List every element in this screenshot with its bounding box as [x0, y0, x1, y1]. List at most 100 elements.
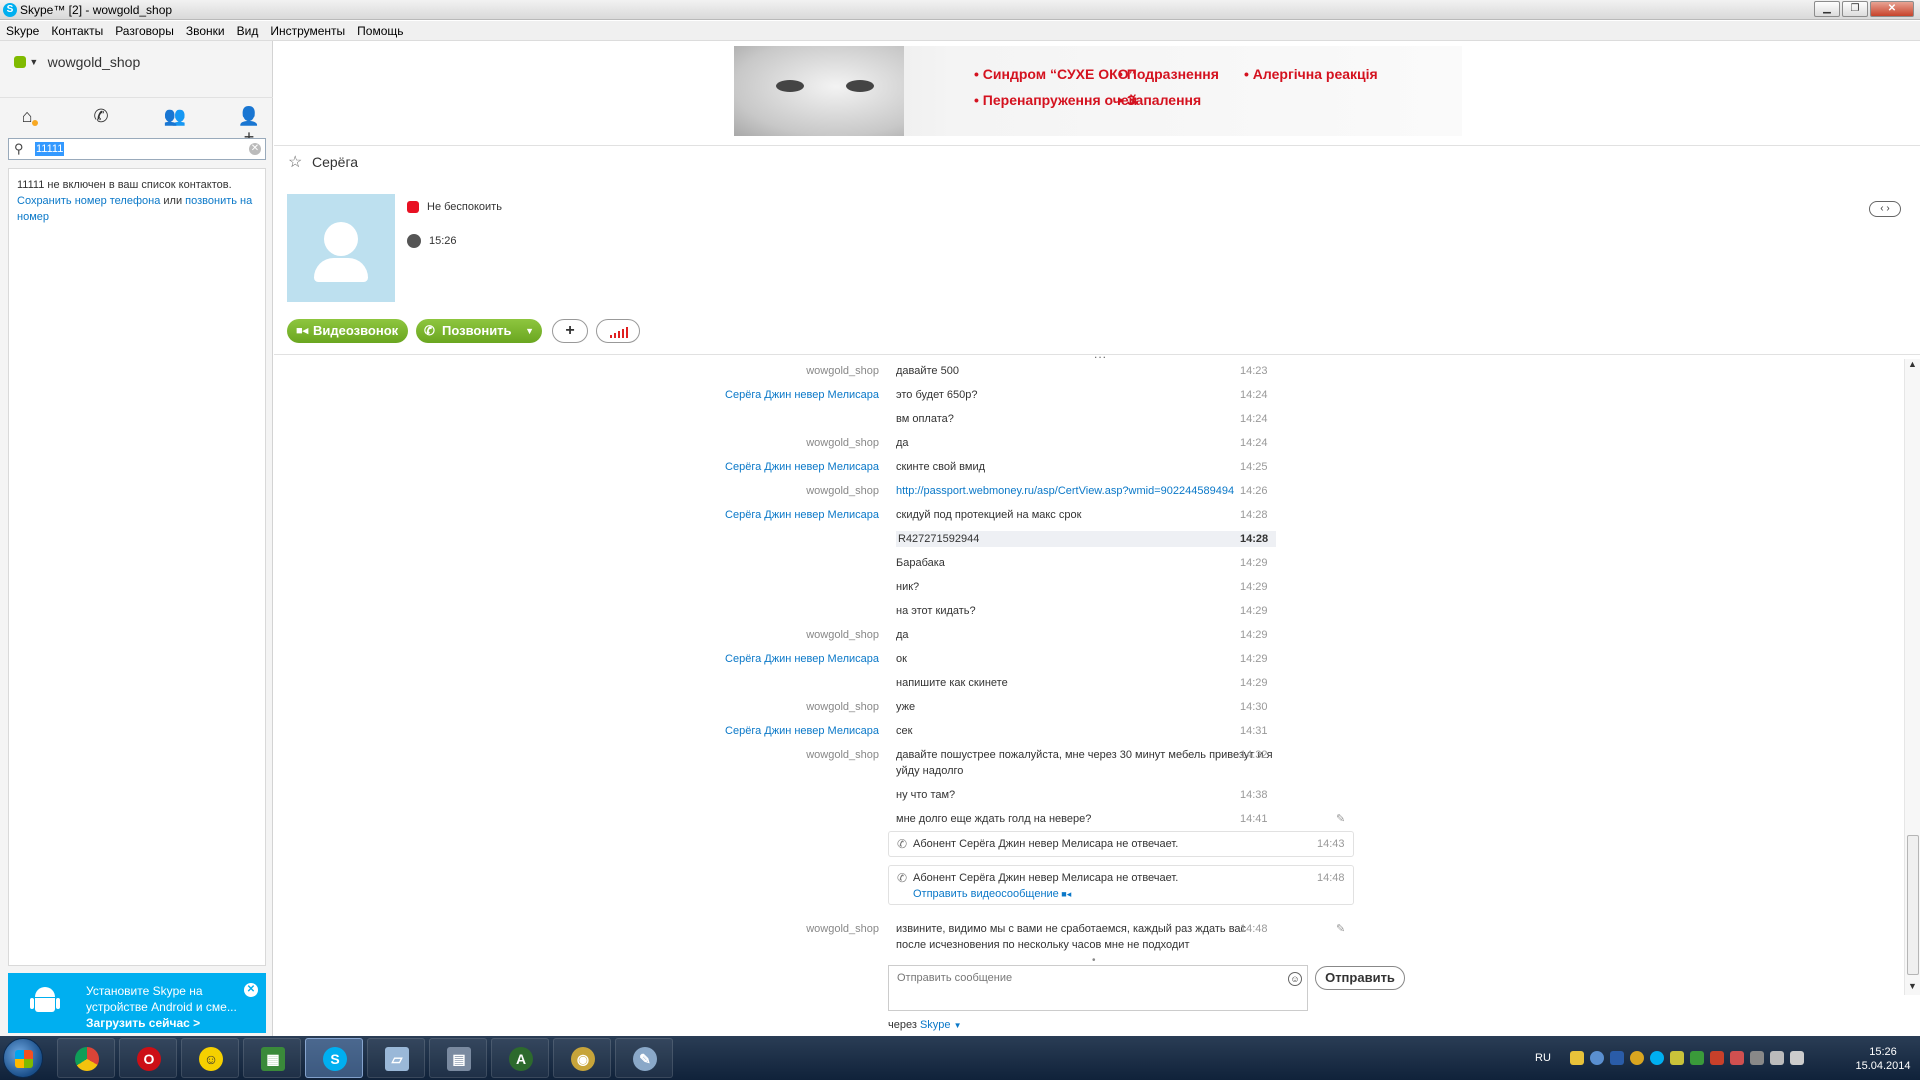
- message-author[interactable]: wowgold_shop: [274, 699, 879, 715]
- message-author[interactable]: wowgold_shop: [274, 435, 879, 451]
- taskbar-smiley[interactable]: ☺: [181, 1038, 239, 1078]
- scroll-up-icon[interactable]: ▲: [1908, 359, 1917, 369]
- volume-icon[interactable]: [1790, 1051, 1804, 1065]
- taskbar-archicad[interactable]: A: [491, 1038, 549, 1078]
- missed-call-notice: ✆ Абонент Серёга Джин невер Мелисара не о…: [888, 831, 1354, 857]
- android-promo[interactable]: Установите Skype на устройстве Android и…: [8, 973, 266, 1033]
- message-author[interactable]: Серёга Джин невер Мелисара: [274, 651, 879, 667]
- menu-help[interactable]: Помощь: [351, 21, 409, 41]
- tray-icon[interactable]: [1630, 1051, 1644, 1065]
- message-author[interactable]: Серёга Джин невер Мелисара: [274, 723, 879, 739]
- profile[interactable]: ▼ wowgold_shop: [14, 54, 140, 70]
- tray-icon[interactable]: [1670, 1051, 1684, 1065]
- taskbar-game[interactable]: ◉: [553, 1038, 611, 1078]
- send-button[interactable]: Отправить: [1315, 966, 1405, 990]
- message-author[interactable]: Серёга Джин невер Мелисара: [274, 459, 879, 475]
- contacts-group-icon[interactable]: 👥: [160, 106, 190, 132]
- message-author[interactable]: wowgold_shop: [274, 921, 879, 937]
- tray-icon[interactable]: [1570, 1051, 1584, 1065]
- emoticon-icon[interactable]: ☺: [1288, 972, 1302, 986]
- clock[interactable]: 15:26 15.04.2014: [1855, 1045, 1911, 1073]
- message-text[interactable]: http://passport.webmoney.ru/asp/CertView…: [896, 483, 1276, 499]
- taskbar-opera[interactable]: O: [119, 1038, 177, 1078]
- android-icon: [30, 987, 60, 1017]
- message-author[interactable]: Серёга Джин невер Мелисара: [274, 507, 879, 523]
- tray-icon[interactable]: [1750, 1051, 1764, 1065]
- download-now-link[interactable]: Загрузить сейчас >: [86, 1016, 200, 1030]
- add-to-conversation-button[interactable]: +: [552, 319, 588, 343]
- call-button[interactable]: ✆ Позвонить ▼: [416, 319, 542, 343]
- menu-calls[interactable]: Звонки: [180, 21, 231, 41]
- message-author[interactable]: Серёга Джин невер Мелисара: [274, 387, 879, 403]
- scroll-down-icon[interactable]: ▼: [1908, 981, 1917, 991]
- message-text: ну что там?: [896, 789, 956, 801]
- message-author[interactable]: wowgold_shop: [274, 483, 879, 499]
- message-author[interactable]: wowgold_shop: [274, 627, 879, 643]
- call-quality-button[interactable]: [596, 319, 640, 343]
- contact-time-text: 15:26: [429, 234, 457, 247]
- ad-text: • Перенапруження очей: [974, 92, 1138, 108]
- message-time: 14:28: [1240, 533, 1269, 545]
- ad-face-image: [734, 46, 904, 136]
- add-contact-icon[interactable]: 👤+: [234, 106, 264, 147]
- taskbar-chrome[interactable]: [57, 1038, 115, 1078]
- message-input[interactable]: Отправить сообщение ☺: [888, 965, 1308, 1011]
- save-number-link[interactable]: Сохранить номер телефона: [17, 195, 160, 207]
- chevron-down-icon[interactable]: ▼: [29, 57, 38, 67]
- send-video-message-link[interactable]: Отправить видеосообщение: [913, 888, 1059, 900]
- tray-icon[interactable]: [1690, 1051, 1704, 1065]
- chevron-down-icon[interactable]: ▼: [954, 1021, 962, 1030]
- missed-call-time: 14:48: [1317, 872, 1345, 884]
- taskbar-skype[interactable]: S: [305, 1038, 363, 1078]
- or-text: или: [160, 195, 186, 207]
- calculator-icon: ▤: [447, 1047, 471, 1071]
- search-value[interactable]: 11111: [35, 142, 65, 156]
- tray-icon[interactable]: [1730, 1051, 1744, 1065]
- language-indicator[interactable]: RU: [1535, 1052, 1551, 1064]
- home-icon[interactable]: ⌂: [12, 106, 42, 132]
- ad-banner[interactable]: • Синдром “СУХЕ ОКО” • Подразнення • Але…: [734, 46, 1462, 136]
- message-time: 14:38: [1240, 789, 1268, 801]
- network-icon[interactable]: [1770, 1051, 1784, 1065]
- tray-icon[interactable]: [1590, 1051, 1604, 1065]
- menu-view[interactable]: Вид: [231, 21, 265, 41]
- tray-icon[interactable]: [1610, 1051, 1624, 1065]
- menu-contacts[interactable]: Контакты: [45, 21, 109, 41]
- video-call-button[interactable]: ■◂ Видеозвонок: [287, 319, 408, 343]
- tray-icon[interactable]: [1710, 1051, 1724, 1065]
- online-status-icon[interactable]: [14, 56, 26, 68]
- missed-call-text: Абонент Серёга Джин невер Мелисара не от…: [913, 872, 1179, 884]
- search-input[interactable]: ⚲ 11111 ✕: [8, 138, 266, 160]
- taskbar-notes[interactable]: ▱: [367, 1038, 425, 1078]
- menu-bar: Skype Контакты Разговоры Звонки Вид Инструмен…: [0, 21, 1920, 41]
- chat-scrollbar[interactable]: ▲ ▼: [1904, 359, 1920, 995]
- via-skype-link[interactable]: Skype: [920, 1019, 951, 1031]
- chevron-down-icon[interactable]: ▼: [525, 319, 534, 343]
- message-time: 14:30: [1240, 701, 1268, 713]
- minimize-button[interactable]: ▁: [1814, 1, 1840, 17]
- taskbar-paint[interactable]: ✎: [615, 1038, 673, 1078]
- message-time: 14:28: [1240, 509, 1268, 521]
- close-promo-icon[interactable]: ✕: [244, 983, 258, 997]
- maximize-button[interactable]: ❐: [1842, 1, 1868, 17]
- menu-skype[interactable]: Skype: [0, 21, 45, 41]
- message-author[interactable]: wowgold_shop: [274, 747, 879, 763]
- scroll-thumb[interactable]: [1907, 835, 1919, 975]
- avatar: [287, 194, 395, 302]
- taskbar-app[interactable]: ▦: [243, 1038, 301, 1078]
- start-button[interactable]: [3, 1038, 43, 1078]
- tray-skype-icon[interactable]: [1650, 1051, 1664, 1065]
- ad-text: • Запалення: [1118, 92, 1202, 108]
- message-time: 14:29: [1240, 557, 1268, 569]
- message-text: ник?: [896, 581, 920, 593]
- taskbar-calculator[interactable]: ▤: [429, 1038, 487, 1078]
- star-icon[interactable]: ☆: [288, 152, 302, 172]
- conversation-nav-arrows[interactable]: ‹ ›: [1869, 201, 1901, 217]
- menu-tools[interactable]: Инструменты: [264, 21, 351, 41]
- close-button[interactable]: ✕: [1870, 1, 1914, 17]
- phone-icon[interactable]: ✆: [86, 106, 116, 132]
- menu-conversations[interactable]: Разговоры: [109, 21, 180, 41]
- message-author[interactable]: wowgold_shop: [274, 363, 879, 379]
- clear-search-icon[interactable]: ✕: [249, 143, 261, 155]
- android-promo-text: Установите Skype на устройстве Android и…: [86, 984, 237, 1014]
